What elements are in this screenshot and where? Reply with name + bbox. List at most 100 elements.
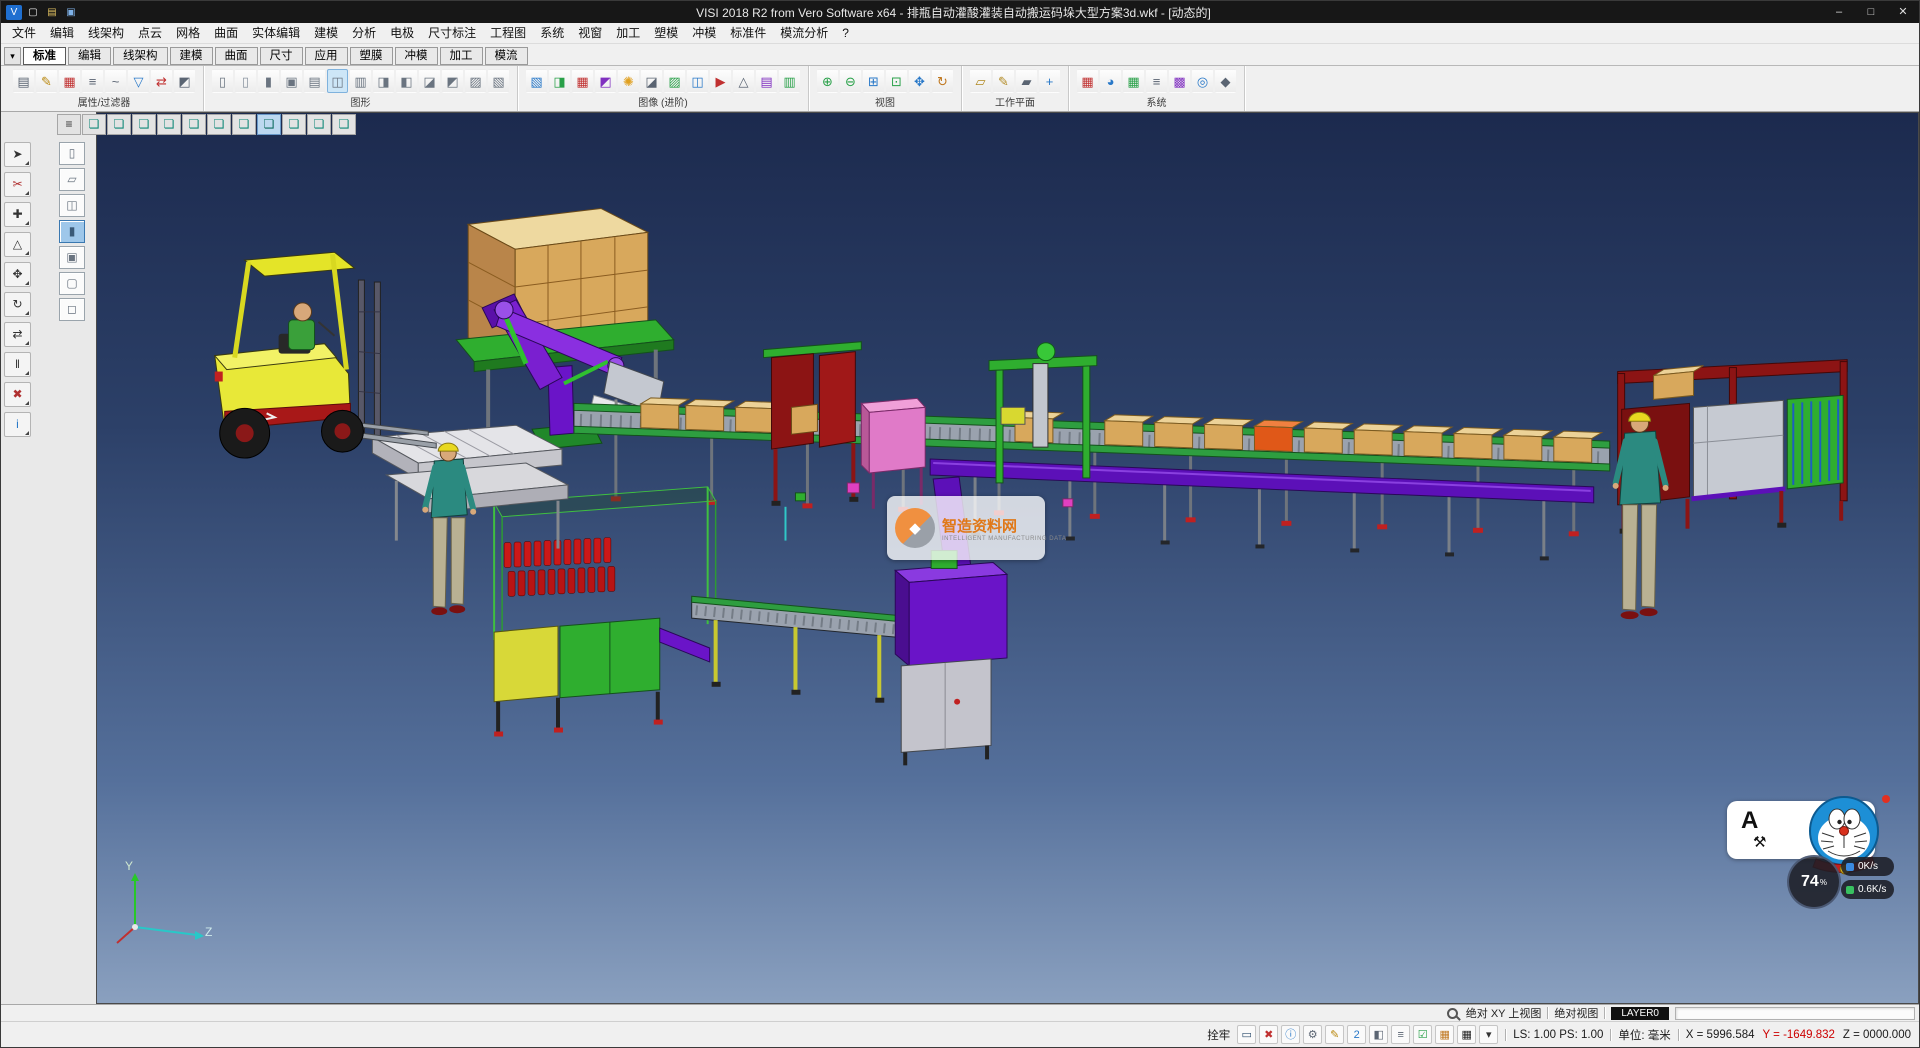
stereo-view-icon[interactable]: △ xyxy=(733,69,754,93)
zoom-indicator-icon[interactable] xyxy=(1447,1008,1458,1019)
menu-item-19[interactable]: ? xyxy=(835,23,856,43)
rotate-tool-icon[interactable]: ↻ xyxy=(4,292,31,317)
texture-icon[interactable]: ▦ xyxy=(572,69,593,93)
solid-style-7-icon[interactable]: ◻ xyxy=(59,298,85,321)
maximize-button[interactable]: □ xyxy=(1855,1,1887,23)
tab-1[interactable]: 编辑 xyxy=(68,47,111,65)
menu-item-14[interactable]: 加工 xyxy=(609,23,647,43)
checklist-icon[interactable]: ☑ xyxy=(1413,1025,1432,1044)
menu-item-17[interactable]: 标准件 xyxy=(723,23,773,43)
zoom-window-icon[interactable]: ⊞ xyxy=(863,69,884,93)
pick-station[interactable] xyxy=(861,398,925,508)
capping-machine[interactable] xyxy=(895,551,1007,766)
menu-item-5[interactable]: 曲面 xyxy=(207,23,245,43)
align-workplane-icon[interactable]: ▰ xyxy=(1016,69,1037,93)
display-settings-icon[interactable]: ◕ xyxy=(1100,69,1121,93)
view-bottom-icon[interactable]: ❏ xyxy=(232,114,256,135)
view-dynamic-icon[interactable]: ❏ xyxy=(332,114,356,135)
menu-item-12[interactable]: 系统 xyxy=(533,23,571,43)
more-icon[interactable]: ▾ xyxy=(1479,1025,1498,1044)
material-icon[interactable]: ◩ xyxy=(595,69,616,93)
hidden-line-view-icon[interactable]: ▯ xyxy=(235,69,256,93)
shaded-view-icon[interactable]: ▮ xyxy=(258,69,279,93)
capture-image-icon[interactable]: ▧ xyxy=(526,69,547,93)
help-2-icon[interactable]: 2 xyxy=(1347,1025,1366,1044)
point-tool-icon[interactable]: ✚ xyxy=(4,202,31,227)
viewport-3d[interactable]: ◆ 智造资料网 INTELLIGENT MANUFACTURING DATA A… xyxy=(96,112,1919,1004)
tab-9[interactable]: 加工 xyxy=(440,47,483,65)
camera-icon[interactable]: ◫ xyxy=(687,69,708,93)
select-tool-icon[interactable]: ➤ xyxy=(4,142,31,167)
zebra-view-icon[interactable]: ▨ xyxy=(465,69,486,93)
zoom-in-icon[interactable]: ⊕ xyxy=(817,69,838,93)
color-filter-icon[interactable]: ▦ xyxy=(59,69,80,93)
system-menu-icon[interactable]: ≡ xyxy=(1146,69,1167,93)
swap-filter-icon[interactable]: ⇄ xyxy=(151,69,172,93)
view-right-icon[interactable]: ❏ xyxy=(157,114,181,135)
delete-mode-icon[interactable]: ✖ xyxy=(1259,1025,1278,1044)
view-isometric-icon[interactable]: ❏ xyxy=(82,114,106,135)
menu-item-1[interactable]: 编辑 xyxy=(43,23,81,43)
menu-item-6[interactable]: 实体编辑 xyxy=(245,23,307,43)
selection-mask-icon[interactable]: ◩ xyxy=(174,69,195,93)
tab-7[interactable]: 塑膜 xyxy=(350,47,393,65)
absolute-view-label[interactable]: 绝对视图 xyxy=(1554,1005,1598,1021)
solid-style-4-icon[interactable]: ▮ xyxy=(59,220,85,243)
zoom-out-icon[interactable]: ⊖ xyxy=(840,69,861,93)
info-mode-icon[interactable]: ⓘ xyxy=(1281,1025,1300,1044)
layer-filter-icon[interactable]: ≡ xyxy=(82,69,103,93)
outfeed-conveyor[interactable] xyxy=(692,596,927,702)
tab-10[interactable]: 模流 xyxy=(485,47,528,65)
tab-5[interactable]: 尺寸 xyxy=(260,47,303,65)
layer-badge[interactable]: LAYER0 xyxy=(1611,1007,1669,1020)
lighting-icon[interactable]: ✺ xyxy=(618,69,639,93)
bottle-filling-machine[interactable] xyxy=(494,487,716,737)
environment-icon[interactable]: ◎ xyxy=(1192,69,1213,93)
reflection-view-icon[interactable]: ▧ xyxy=(488,69,509,93)
solid-style-2-icon[interactable]: ▱ xyxy=(59,168,85,191)
mirror-tool-icon[interactable]: ⇄ xyxy=(4,322,31,347)
tab-overflow-button[interactable]: ▾ xyxy=(4,47,21,65)
lock-label[interactable]: 拴牢 xyxy=(1207,1027,1230,1043)
menu-item-18[interactable]: 模流分析 xyxy=(773,23,835,43)
palette-icon[interactable]: ▦ xyxy=(1435,1025,1454,1044)
draft-analysis-icon[interactable]: ◪ xyxy=(419,69,440,93)
menu-item-13[interactable]: 视窗 xyxy=(571,23,609,43)
tab-6[interactable]: 应用 xyxy=(305,47,348,65)
view-top-icon[interactable]: ❏ xyxy=(107,114,131,135)
solid-mode-icon[interactable]: ◧ xyxy=(1369,1025,1388,1044)
solid-style-1-icon[interactable]: ▯ xyxy=(59,142,85,165)
forklift[interactable] xyxy=(215,252,437,458)
menu-item-11[interactable]: 工程图 xyxy=(483,23,533,43)
measure-tool-icon[interactable]: △ xyxy=(4,232,31,257)
create-workplane-icon[interactable]: ▱ xyxy=(970,69,991,93)
menu-item-4[interactable]: 网格 xyxy=(169,23,207,43)
solid-style-5-icon[interactable]: ▣ xyxy=(59,246,85,269)
view-iso-se-icon[interactable]: ❏ xyxy=(307,114,331,135)
system-colors-icon[interactable]: ▦ xyxy=(1077,69,1098,93)
trim-tool-icon[interactable]: ✂ xyxy=(4,172,31,197)
menu-item-16[interactable]: 冲模 xyxy=(685,23,723,43)
solid-style-6-icon[interactable]: ▢ xyxy=(59,272,85,295)
item-properties-icon[interactable]: ▤ xyxy=(13,69,34,93)
close-button[interactable]: ✕ xyxy=(1887,1,1919,23)
curvature-view-icon[interactable]: ◩ xyxy=(442,69,463,93)
menu-item-8[interactable]: 分析 xyxy=(345,23,383,43)
move-tool-icon[interactable]: ✥ xyxy=(4,262,31,287)
menu-item-3[interactable]: 点云 xyxy=(131,23,169,43)
workplane-origin-icon[interactable]: + xyxy=(1039,69,1060,93)
shaded-edges-view-icon[interactable]: ▣ xyxy=(281,69,302,93)
view-mode-label[interactable]: 绝对 XY 上视图 xyxy=(1466,1005,1542,1021)
background-icon[interactable]: ▨ xyxy=(664,69,685,93)
rotate-view-icon[interactable]: ↻ xyxy=(932,69,953,93)
tab-2[interactable]: 线架构 xyxy=(113,47,168,65)
ghost-view-icon[interactable]: ◧ xyxy=(396,69,417,93)
edit-mode-icon[interactable]: ✎ xyxy=(1325,1025,1344,1044)
tab-4[interactable]: 曲面 xyxy=(215,47,258,65)
tab-3[interactable]: 建模 xyxy=(170,47,213,65)
offset-tool-icon[interactable]: ‖ xyxy=(4,352,31,377)
shadow-icon[interactable]: ◪ xyxy=(641,69,662,93)
menu-item-10[interactable]: 尺寸标注 xyxy=(421,23,483,43)
rendered-view-icon[interactable]: ▤ xyxy=(304,69,325,93)
menu-item-15[interactable]: 塑模 xyxy=(647,23,685,43)
